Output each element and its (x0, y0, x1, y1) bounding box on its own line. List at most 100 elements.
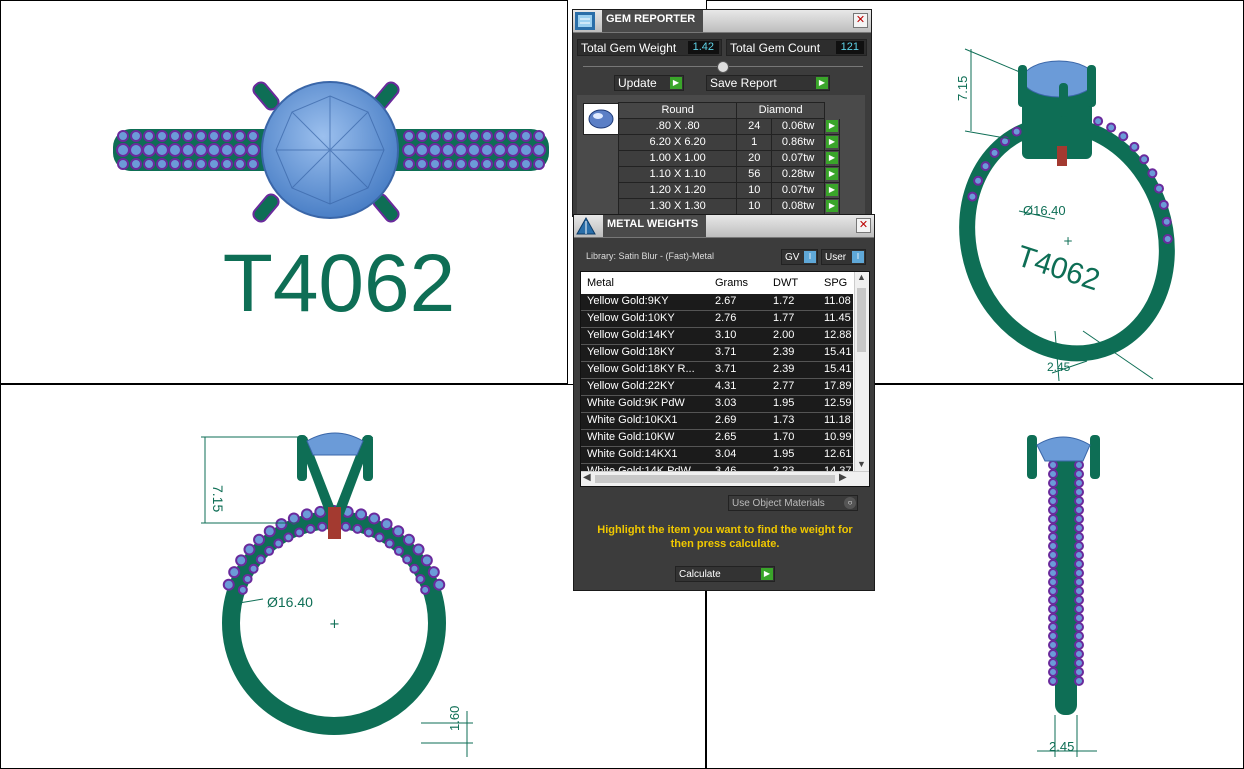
gem-material-header: Diamond (736, 102, 825, 119)
metal-row[interactable]: Yellow Gold:10KY 2.76 1.77 11.45 (581, 311, 853, 328)
save-report-arrow-icon: ▶ (816, 77, 828, 89)
metal-weights-close-button[interactable]: ✕ (856, 218, 871, 233)
use-object-materials-radio-icon: ○ (844, 497, 856, 509)
metal-row[interactable]: Yellow Gold:9KY 2.67 1.72 11.08 (581, 294, 853, 311)
metal-weights-rows: Yellow Gold:9KY 2.67 1.72 11.08 Yellow Gold:… (581, 294, 853, 481)
gem-size: 1.30 X 1.30 (617, 198, 738, 215)
play-arrow-icon: ▶ (826, 120, 838, 133)
use-object-materials-label: Use Object Materials (732, 498, 825, 509)
metal-list-horizontal-scrollbar[interactable]: ◀ ▶ (581, 471, 869, 486)
col-grams[interactable]: Grams (715, 272, 748, 294)
front-diameter-dim: Ø16.40 (267, 594, 313, 610)
metal-row[interactable]: Yellow Gold:18KY 3.71 2.39 15.41 (581, 345, 853, 362)
vertical-scroll-thumb[interactable] (857, 288, 866, 352)
gem-size: 1.00 X 1.00 (617, 150, 738, 167)
play-arrow-icon: ▶ (826, 152, 838, 165)
metal-row[interactable]: Yellow Gold:18KY R... 3.71 2.39 15.41 (581, 362, 853, 379)
gem-count: 1 (736, 134, 773, 151)
update-button[interactable]: Update ▶ (614, 75, 684, 91)
col-metal[interactable]: Metal (587, 272, 614, 294)
gem-weight: 0.08tw (771, 198, 825, 215)
metal-row[interactable]: White Gold:9K PdW 3.03 1.95 12.59 (581, 396, 853, 413)
gem-row[interactable]: 1.20 X 1.20 10 0.07tw ▶ (617, 182, 840, 199)
metal-grams: 3.10 (715, 329, 737, 341)
splitter-knob[interactable] (717, 61, 729, 73)
play-arrow-icon: ▶ (826, 184, 838, 197)
metal-row[interactable]: Yellow Gold:14KY 3.10 2.00 12.88 (581, 328, 853, 345)
gem-shape-thumbnail[interactable] (583, 103, 619, 135)
viewport-top[interactable]: T4062 (0, 0, 568, 384)
gv-toggle-icon: I (804, 251, 816, 263)
metal-spg: 12.59 (824, 397, 852, 409)
col-dwt[interactable]: DWT (773, 272, 798, 294)
play-arrow-icon: ▶ (826, 200, 838, 213)
metal-dwt: 1.95 (773, 397, 795, 409)
metal-grams: 3.03 (715, 397, 737, 409)
gem-reporter-panel: GEM REPORTER ✕ Total Gem Weight 1.42 Tot… (572, 9, 872, 217)
side-width-dim: 2.45 (1049, 739, 1074, 754)
gem-weight: 0.28tw (771, 166, 825, 183)
scroll-up-icon[interactable]: ▲ (857, 272, 866, 282)
gem-shape-header: Round (617, 102, 738, 119)
gem-weight: 0.07tw (771, 150, 825, 167)
metal-row[interactable]: White Gold:10KW 2.65 1.70 10.99 (581, 430, 853, 447)
gem-weight: 0.86tw (771, 134, 825, 151)
gem-row-go-button[interactable]: ▶ (824, 166, 840, 183)
gem-size: .80 X .80 (617, 118, 738, 135)
metal-grams: 3.71 (715, 346, 737, 358)
horizontal-scroll-thumb[interactable] (595, 475, 835, 483)
metal-spg: 12.88 (824, 329, 852, 341)
gem-reporter-titlebar[interactable]: GEM REPORTER ✕ (573, 10, 871, 33)
front-thickness-dim: 1.60 (447, 706, 462, 731)
metal-weights-icon (576, 216, 596, 235)
perspective-diameter-dim: Ø16.40 (1023, 203, 1066, 218)
metal-name: Yellow Gold:18KY (587, 346, 675, 358)
gem-weight: 0.07tw (771, 182, 825, 199)
perspective-engraving: T4062 (1013, 240, 1104, 298)
scroll-left-icon[interactable]: ◀ (583, 472, 591, 483)
gem-size: 6.20 X 6.20 (617, 134, 738, 151)
round-gem-icon (588, 109, 614, 129)
total-gem-weight-field: Total Gem Weight 1.42 (577, 39, 722, 56)
user-toggle[interactable]: User I (821, 249, 866, 265)
design-code-label: T4062 (223, 238, 456, 329)
gem-row-go-button[interactable]: ▶ (824, 150, 840, 167)
gem-count: 20 (736, 150, 773, 167)
metal-list-vertical-scrollbar[interactable]: ▲ ▼ (854, 272, 869, 472)
metal-dwt: 1.72 (773, 295, 795, 307)
gem-row-go-button[interactable]: ▶ (824, 182, 840, 199)
metal-weights-panel: METAL WEIGHTS ✕ Library: Satin Blur - (F… (573, 214, 875, 591)
update-arrow-icon: ▶ (670, 77, 682, 89)
metal-weights-list[interactable]: Metal Grams DWT SPG Yellow Gold:9KY 2.67 1… (580, 271, 870, 487)
metal-name: Yellow Gold:14KY (587, 329, 675, 341)
perspective-width-dim: 2.45 (1047, 360, 1071, 374)
scroll-down-icon[interactable]: ▼ (857, 459, 866, 469)
metal-dwt: 2.39 (773, 363, 795, 375)
metal-name: Yellow Gold:18KY R... (587, 363, 695, 375)
total-gem-count-value: 121 (835, 41, 864, 54)
gem-row-go-button[interactable]: ▶ (824, 198, 840, 215)
metal-row[interactable]: White Gold:14KX1 3.04 1.95 12.61 (581, 447, 853, 464)
gem-row[interactable]: 1.10 X 1.10 56 0.28tw ▶ (617, 166, 840, 183)
metal-row[interactable]: Yellow Gold:22KY 4.31 2.77 17.89 (581, 379, 853, 396)
calculate-button[interactable]: Calculate ▶ (675, 566, 775, 582)
gem-row-go-button[interactable]: ▶ (824, 134, 840, 151)
use-object-materials-toggle[interactable]: Use Object Materials ○ (728, 495, 858, 511)
gem-table: Round Diamond .80 X .80 24 0.06tw ▶ 6.20 X 6… (617, 102, 840, 215)
gem-reporter-close-button[interactable]: ✕ (853, 13, 868, 28)
metal-row[interactable]: White Gold:10KX1 2.69 1.73 11.18 (581, 413, 853, 430)
gem-row[interactable]: 1.30 X 1.30 10 0.08tw ▶ (617, 198, 840, 215)
save-report-button[interactable]: Save Report ▶ (706, 75, 830, 91)
scroll-right-icon[interactable]: ▶ (839, 472, 847, 483)
metal-dwt: 1.73 (773, 414, 795, 426)
gv-toggle[interactable]: GV I (781, 249, 818, 265)
metal-grams: 2.65 (715, 431, 737, 443)
user-toggle-icon: I (852, 251, 864, 263)
gem-row[interactable]: .80 X .80 24 0.06tw ▶ (617, 118, 840, 135)
col-spg[interactable]: SPG (824, 272, 847, 294)
total-gem-count-label: Total Gem Count (730, 41, 821, 55)
gem-row[interactable]: 6.20 X 6.20 1 0.86tw ▶ (617, 134, 840, 151)
metal-weights-titlebar[interactable]: METAL WEIGHTS ✕ (574, 215, 874, 238)
gem-row[interactable]: 1.00 X 1.00 20 0.07tw ▶ (617, 150, 840, 167)
gem-row-go-button[interactable]: ▶ (824, 118, 840, 135)
